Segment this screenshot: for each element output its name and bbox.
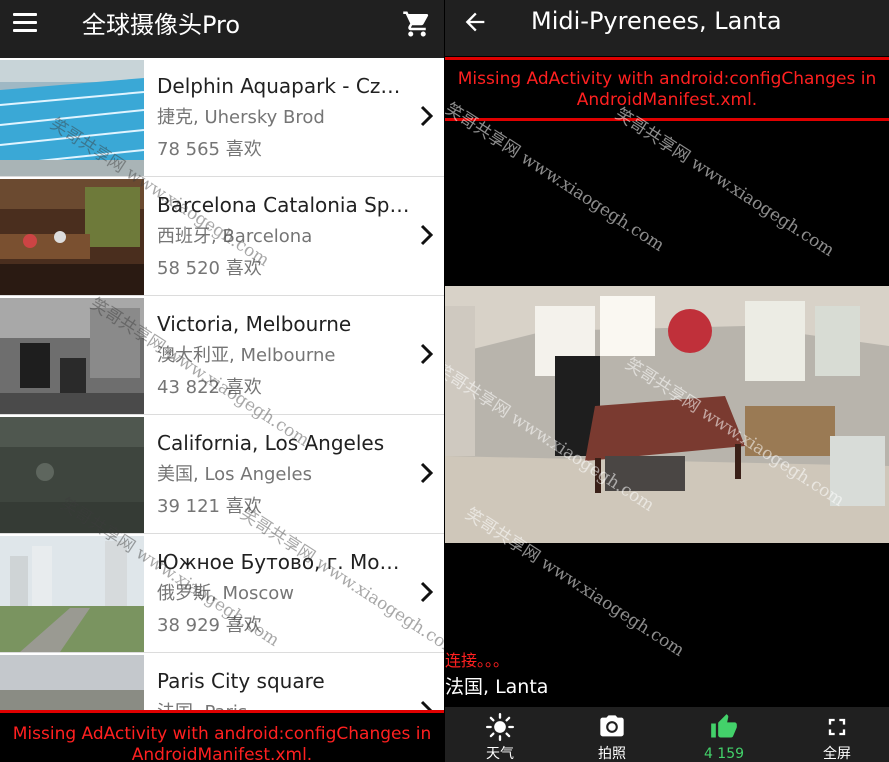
camera-thumbnail (0, 298, 144, 414)
shopping-cart-icon[interactable] (402, 9, 432, 39)
app-title: 全球摄像头Pro (82, 11, 241, 39)
camera-likes: 43 822 喜欢 (157, 377, 262, 398)
camera-location: 西班牙, Barcelona (157, 226, 313, 247)
app-toolbar: 全球摄像头Pro (0, 0, 444, 58)
camera-title: Victoria, Melbourne (157, 312, 352, 336)
camera-location: 俄罗斯, Moscow (157, 583, 294, 604)
connection-status: 连接。。。 (445, 651, 510, 670)
ad-error-banner: Missing AdActivity with android:configCh… (0, 710, 444, 762)
ad-error-text: Missing AdActivity with android:configCh… (12, 724, 432, 762)
fullscreen-button[interactable]: 全屏 (797, 707, 877, 762)
thumbs-up-icon (711, 714, 737, 738)
weather-label: 天气 (486, 746, 514, 762)
camera-thumbnail (0, 60, 144, 176)
like-count: 4 159 (703, 746, 745, 762)
camera-live-view[interactable] (445, 286, 889, 543)
chevron-right-icon (420, 224, 434, 246)
camera-likes: 58 520 喜欢 (157, 258, 262, 279)
camera-list-screen: 全球摄像头Pro Delphin Aquapark - Cz… 捷克, Uher… (0, 0, 444, 762)
camera-list-item[interactable]: California, Los Angeles 美国, Los Angeles … (0, 415, 444, 534)
fullscreen-icon (828, 718, 846, 736)
camera-action-bar: 天气 拍照 4 159 全屏 (445, 707, 889, 762)
camera-title: Midi-Pyrenees, Lanta (531, 7, 782, 35)
snapshot-label: 拍照 (598, 746, 626, 762)
arrow-back-icon[interactable] (461, 8, 489, 36)
camera-list-item[interactable]: Barcelona Catalonia Sp… 西班牙, Barcelona 5… (0, 177, 444, 296)
chevron-right-icon (420, 343, 434, 365)
watermark-text: 笑哥共享网 www.xiaogegh.com (611, 104, 838, 261)
chevron-right-icon (420, 462, 434, 484)
camera-thumbnail (0, 179, 144, 295)
camera-thumbnail (0, 536, 144, 652)
chevron-right-icon (420, 105, 434, 127)
fullscreen-label: 全屏 (823, 746, 851, 762)
camera-detail-screen: Midi-Pyrenees, Lanta Missing AdActivity … (445, 0, 889, 762)
camera-list: Delphin Aquapark - Cz… 捷克, Uhersky Brod … (0, 58, 444, 762)
camera-list-item[interactable]: Victoria, Melbourne 澳大利亚, Melbourne 43 8… (0, 296, 444, 415)
camera-likes: 39 121 喜欢 (157, 496, 262, 517)
camera-thumbnail (0, 417, 144, 533)
weather-sun-icon (486, 713, 514, 741)
detail-toolbar: Midi-Pyrenees, Lanta (445, 0, 889, 56)
camera-list-item[interactable]: Delphin Aquapark - Cz… 捷克, Uhersky Brod … (0, 58, 444, 177)
camera-location: 美国, Los Angeles (157, 464, 312, 485)
camera-location: 澳大利亚, Melbourne (157, 345, 336, 366)
ad-error-text: Missing AdActivity with android:configCh… (457, 69, 877, 110)
camera-location: 法国, Lanta (445, 676, 549, 698)
camera-likes: 78 565 喜欢 (157, 139, 262, 160)
camera-title: California, Los Angeles (157, 431, 385, 455)
like-button[interactable]: 4 159 (684, 707, 764, 762)
camera-title: Barcelona Catalonia Sp… (157, 193, 410, 217)
weather-button[interactable]: 天气 (460, 707, 540, 762)
ad-error-banner: Missing AdActivity with android:configCh… (445, 57, 889, 121)
camera-likes: 38 929 喜欢 (157, 615, 262, 636)
menu-icon[interactable] (13, 13, 37, 35)
camera-title: Южное Бутово, г. Мо… (157, 550, 400, 574)
camera-list-item[interactable]: Южное Бутово, г. Мо… 俄罗斯, Moscow 38 929 … (0, 534, 444, 653)
snapshot-button[interactable]: 拍照 (572, 707, 652, 762)
chevron-right-icon (420, 581, 434, 603)
camera-icon (600, 715, 624, 737)
camera-title: Paris City square (157, 669, 325, 693)
camera-title: Delphin Aquapark - Cz… (157, 74, 401, 98)
camera-location: 捷克, Uhersky Brod (157, 107, 325, 128)
